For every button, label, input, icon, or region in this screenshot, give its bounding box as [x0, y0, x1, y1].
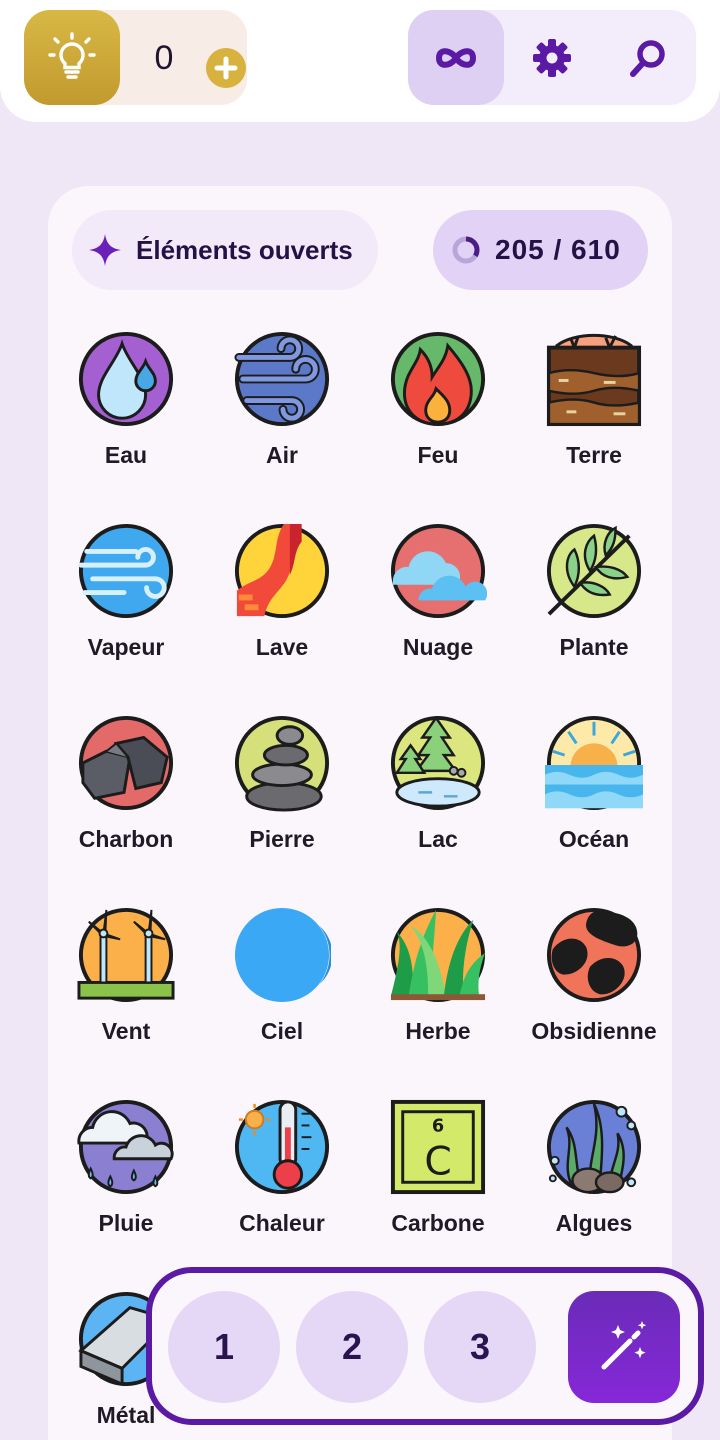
element-vent[interactable]: Vent: [48, 906, 204, 1076]
element-feu[interactable]: Feu: [360, 330, 516, 500]
top-bar: 0: [0, 0, 720, 122]
search-icon: [630, 39, 665, 77]
wind-turbines-icon: [77, 907, 175, 1003]
infinite-mode-button[interactable]: [408, 10, 504, 105]
element-label: Plante: [559, 634, 629, 660]
wind-swirl-icon: [234, 331, 330, 427]
sunset-ocean-icon: [545, 715, 643, 811]
element-label: Vapeur: [87, 634, 165, 660]
seaweed-icon: [546, 1099, 642, 1195]
element-ocean[interactable]: Océan: [516, 714, 672, 884]
hint-count: 0: [154, 39, 174, 77]
progress-chip: 205 / 610: [433, 210, 648, 290]
element-herbe[interactable]: Herbe: [360, 906, 516, 1076]
carbon-number: 6: [432, 1116, 444, 1136]
element-obsidienne[interactable]: Obsidienne: [516, 906, 672, 1076]
sparkle-icon: [89, 234, 121, 266]
progress-ring-icon: [452, 236, 480, 264]
element-label: Lave: [255, 634, 309, 660]
combine-button[interactable]: [568, 1291, 680, 1403]
coal-icon: [78, 715, 174, 811]
plus-icon: [214, 56, 238, 80]
element-label: Métal: [96, 1402, 156, 1428]
element-vapeur[interactable]: Vapeur: [48, 522, 204, 692]
soil-layers-icon: [546, 333, 642, 427]
opened-elements-label: Éléments ouverts: [136, 234, 353, 265]
water-drop-icon: [78, 331, 174, 427]
element-pluie[interactable]: Pluie: [48, 1098, 204, 1268]
settings-button[interactable]: [504, 10, 600, 105]
element-carbone[interactable]: 6 C Carbone: [360, 1098, 516, 1268]
combine-bar: 1 2 3: [146, 1267, 704, 1425]
hint-button[interactable]: [24, 10, 120, 105]
element-chaleur[interactable]: Chaleur: [204, 1098, 360, 1268]
obsidian-icon: [546, 907, 642, 1003]
magic-wand-icon: [601, 1321, 647, 1370]
add-hints-button[interactable]: [206, 48, 246, 88]
search-button[interactable]: [600, 10, 696, 105]
element-label: Air: [266, 442, 298, 468]
element-label: Pluie: [98, 1210, 154, 1236]
element-plante[interactable]: Plante: [516, 522, 672, 692]
combine-slot-1[interactable]: 1: [168, 1291, 280, 1403]
element-label: Obsidienne: [531, 1018, 657, 1044]
element-algues[interactable]: Algues: [516, 1098, 672, 1268]
infinity-icon: [436, 47, 476, 68]
lava-icon: [234, 523, 330, 619]
gear-icon: [533, 38, 571, 77]
element-label: Eau: [104, 442, 148, 468]
combine-slot-2[interactable]: 2: [296, 1291, 408, 1403]
element-lave[interactable]: Lave: [204, 522, 360, 692]
opened-elements-chip: Éléments ouverts: [72, 210, 378, 290]
element-label: Herbe: [405, 1018, 471, 1044]
tools-group: [408, 10, 696, 105]
carbon-symbol: C: [424, 1139, 451, 1184]
thermometer-sun-icon: [234, 1099, 330, 1195]
element-label: Océan: [558, 826, 630, 852]
element-label: Terre: [566, 442, 622, 468]
fire-icon: [390, 331, 486, 427]
element-label: Algues: [555, 1210, 633, 1236]
hint-group: 0: [24, 10, 247, 105]
element-label: Charbon: [78, 826, 174, 852]
element-label: Pierre: [249, 826, 315, 852]
grass-icon: [390, 907, 486, 1003]
elements-panel: Éléments ouverts 205 / 610 Eau Air Feu T…: [48, 186, 672, 1440]
element-pierre[interactable]: Pierre: [204, 714, 360, 884]
steam-icon: [78, 523, 174, 619]
element-air[interactable]: Air: [204, 330, 360, 500]
element-label: Ciel: [260, 1018, 304, 1044]
element-label: Feu: [417, 442, 459, 468]
element-label: Lac: [418, 826, 458, 852]
leaf-branch-icon: [546, 523, 642, 619]
element-charbon[interactable]: Charbon: [48, 714, 204, 884]
stacked-stones-icon: [234, 715, 330, 812]
element-lac[interactable]: Lac: [360, 714, 516, 884]
element-terre[interactable]: Terre: [516, 330, 672, 500]
element-nuage[interactable]: Nuage: [360, 522, 516, 692]
carbon-element-icon: 6 C: [390, 1099, 486, 1195]
rain-cloud-icon: [77, 1099, 174, 1195]
element-eau[interactable]: Eau: [48, 330, 204, 500]
sky-circle-icon: [234, 907, 331, 1003]
element-label: Vent: [101, 1018, 151, 1044]
element-label: Chaleur: [239, 1210, 325, 1236]
element-label: Carbone: [391, 1210, 485, 1236]
cloud-icon: [390, 523, 487, 619]
lake-trees-icon: [390, 715, 486, 811]
progress-count: 205 / 610: [495, 234, 621, 265]
element-ciel[interactable]: Ciel: [204, 906, 360, 1076]
combine-slot-3[interactable]: 3: [424, 1291, 536, 1403]
lightbulb-icon: [48, 31, 96, 79]
element-label: Nuage: [402, 634, 474, 660]
